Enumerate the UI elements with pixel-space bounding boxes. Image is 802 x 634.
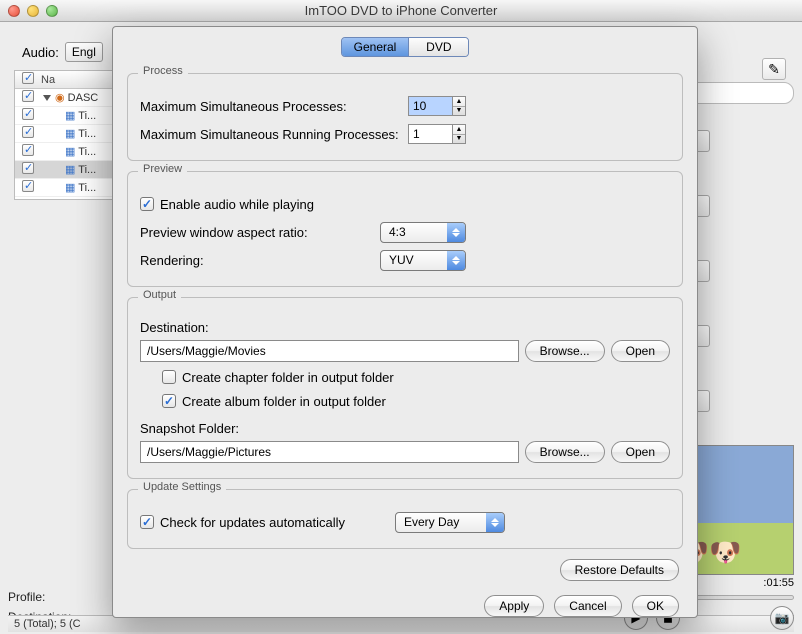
dest-label: Destination: bbox=[140, 320, 670, 335]
aspect-label: Preview window aspect ratio: bbox=[140, 225, 380, 240]
chapter-folder-checkbox[interactable]: Create chapter folder in output folder bbox=[162, 370, 394, 385]
snapshot-open-button[interactable]: Open bbox=[611, 441, 670, 463]
max-run-input[interactable] bbox=[408, 124, 452, 144]
max-run-label: Maximum Simultaneous Running Processes: bbox=[140, 127, 408, 142]
row-label: ▦ Ti... bbox=[41, 109, 96, 122]
max-sim-stepper[interactable]: ▲▼ bbox=[408, 96, 466, 116]
dest-open-button[interactable]: Open bbox=[611, 340, 670, 362]
legend-preview: Preview bbox=[138, 163, 187, 175]
dialog-footer: Apply Cancel OK bbox=[123, 595, 687, 617]
row-checkbox[interactable]: ✓ bbox=[22, 90, 34, 102]
audio-label: Audio: bbox=[22, 45, 59, 60]
legend-update: Update Settings bbox=[138, 481, 226, 493]
dest-field[interactable]: /Users/Maggie/Movies bbox=[140, 340, 519, 362]
row-checkbox[interactable]: ✓ bbox=[22, 180, 34, 192]
audio-select[interactable]: Engl bbox=[65, 42, 103, 62]
row-label: ▦ Ti... bbox=[41, 145, 96, 158]
legend-process: Process bbox=[138, 65, 188, 77]
checkbox-icon bbox=[140, 197, 154, 211]
group-output: Output Destination: /Users/Maggie/Movies… bbox=[127, 297, 683, 479]
row-checkbox[interactable]: ✓ bbox=[22, 108, 34, 120]
dest-browse-button[interactable]: Browse... bbox=[525, 340, 605, 362]
row-label: ▦ Ti... bbox=[41, 127, 96, 140]
check-all[interactable]: ✓ bbox=[22, 72, 34, 84]
row-checkbox[interactable]: ✓ bbox=[22, 162, 34, 174]
stepper-up-icon[interactable]: ▲ bbox=[453, 125, 465, 135]
row-label: ▦ Ti... bbox=[41, 163, 96, 176]
apply-button[interactable]: Apply bbox=[484, 595, 544, 617]
row-checkbox[interactable]: ✓ bbox=[22, 144, 34, 156]
chapter-folder-label: Create chapter folder in output folder bbox=[182, 370, 394, 385]
stepper-up-icon[interactable]: ▲ bbox=[453, 97, 465, 107]
snapshot-label: Snapshot Folder: bbox=[140, 421, 670, 436]
checkbox-icon bbox=[140, 515, 154, 529]
checkbox-icon bbox=[162, 394, 176, 408]
album-folder-checkbox[interactable]: Create album folder in output folder bbox=[162, 394, 386, 409]
row-label: ▦ Ti... bbox=[41, 181, 96, 194]
group-update: Update Settings Check for updates automa… bbox=[127, 489, 683, 549]
aspect-select[interactable]: 4:3 bbox=[380, 222, 466, 243]
auto-update-checkbox[interactable]: Check for updates automatically bbox=[140, 515, 345, 530]
max-sim-input[interactable] bbox=[408, 96, 452, 116]
max-run-stepper[interactable]: ▲▼ bbox=[408, 124, 466, 144]
legend-output: Output bbox=[138, 289, 181, 301]
row-checkbox[interactable]: ✓ bbox=[22, 126, 34, 138]
window-title: ImTOO DVD to iPhone Converter bbox=[0, 3, 802, 18]
group-process: Process Maximum Simultaneous Processes: … bbox=[127, 73, 683, 161]
tab-general[interactable]: General bbox=[342, 38, 409, 56]
tab-dvd[interactable]: DVD bbox=[408, 38, 468, 56]
max-sim-label: Maximum Simultaneous Processes: bbox=[140, 99, 408, 114]
snapshot-icon[interactable]: 📷 bbox=[770, 606, 794, 630]
enable-audio-label: Enable audio while playing bbox=[160, 197, 314, 212]
album-folder-label: Create album folder in output folder bbox=[182, 394, 386, 409]
edit-profile-icon[interactable]: ✎ bbox=[762, 58, 786, 80]
preferences-sheet: General DVD Process Maximum Simultaneous… bbox=[112, 26, 698, 618]
rendering-label: Rendering: bbox=[140, 253, 380, 268]
row-label: ◉ DASC bbox=[41, 91, 98, 104]
snapshot-browse-button[interactable]: Browse... bbox=[525, 441, 605, 463]
tab-bar: General DVD bbox=[123, 37, 687, 57]
snapshot-field[interactable]: /Users/Maggie/Pictures bbox=[140, 441, 519, 463]
chevron-updown-icon bbox=[486, 513, 504, 532]
checkbox-icon bbox=[162, 370, 176, 384]
restore-defaults-button[interactable]: Restore Defaults bbox=[560, 559, 679, 581]
auto-update-label: Check for updates automatically bbox=[160, 515, 345, 530]
cancel-button[interactable]: Cancel bbox=[554, 595, 621, 617]
chevron-updown-icon bbox=[447, 223, 465, 242]
rendering-select[interactable]: YUV bbox=[380, 250, 466, 271]
ok-button[interactable]: OK bbox=[632, 595, 679, 617]
stepper-down-icon[interactable]: ▼ bbox=[453, 107, 465, 116]
enable-audio-checkbox[interactable]: Enable audio while playing bbox=[140, 197, 314, 212]
stepper-down-icon[interactable]: ▼ bbox=[453, 135, 465, 144]
update-frequency-select[interactable]: Every Day bbox=[395, 512, 505, 533]
chevron-updown-icon bbox=[447, 251, 465, 270]
titlebar: ImTOO DVD to iPhone Converter bbox=[0, 0, 802, 22]
group-preview: Preview Enable audio while playing Previ… bbox=[127, 171, 683, 287]
col-name: Na bbox=[41, 74, 55, 86]
